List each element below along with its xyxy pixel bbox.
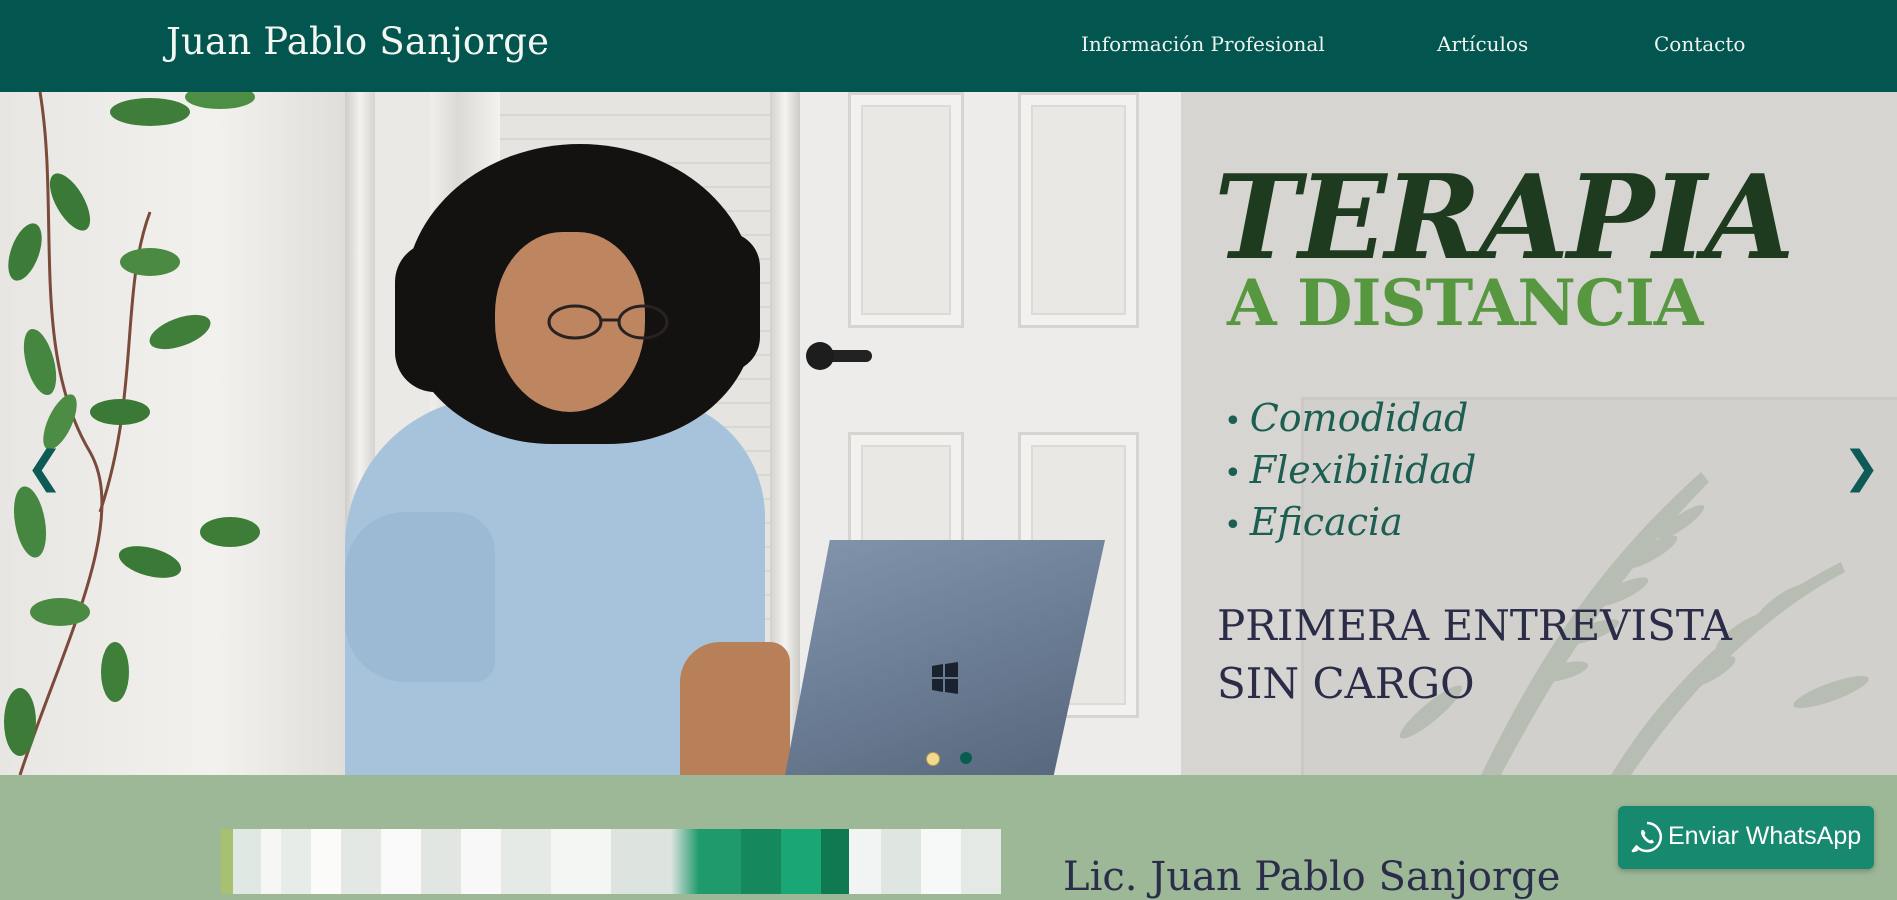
hero-text-panel: TERAPIA A DISTANCIA • Comodidad • Flexibil… <box>1181 92 1897 775</box>
bullet-icon: • <box>1224 456 1242 491</box>
list-item: • Comodidad <box>1224 394 1476 446</box>
nav-informacion-profesional[interactable]: Información Profesional <box>1081 32 1325 56</box>
glasses-icon <box>547 304 669 340</box>
hero-photo <box>0 92 1181 775</box>
carousel-dot-1[interactable] <box>926 752 940 766</box>
plant-leaves-shape <box>4 92 260 775</box>
offer-line: SIN CARGO <box>1217 659 1475 708</box>
list-item: • Eficacia <box>1224 498 1476 550</box>
person-arm-shape <box>680 642 790 775</box>
about-section: Lic. Juan Pablo Sanjorge <box>0 775 1897 900</box>
hero-offer: PRIMERA ENTREVISTA SIN CARGO <box>1217 597 1732 713</box>
hero-subtitle: A DISTANCIA <box>1227 266 1703 341</box>
benefit-text: Comodidad <box>1249 396 1469 440</box>
door-knob-shape <box>806 342 834 370</box>
person-hair-shape <box>395 242 475 392</box>
whatsapp-icon <box>1631 821 1663 853</box>
bullet-icon: • <box>1224 508 1242 543</box>
site-brand[interactable]: Juan Pablo Sanjorge <box>166 20 549 63</box>
carousel-next-icon[interactable]: ❯ <box>1843 442 1880 493</box>
door-panel <box>1018 92 1139 328</box>
hero-benefits-list: • Comodidad • Flexibilidad • Eficacia <box>1224 394 1476 550</box>
windows-logo-icon <box>932 662 958 694</box>
benefit-text: Eficacia <box>1249 500 1403 544</box>
door-panel <box>848 92 964 328</box>
person-hair-shape <box>690 232 760 372</box>
laptop-shape <box>785 540 1105 775</box>
list-item: • Flexibilidad <box>1224 446 1476 498</box>
offer-line: PRIMERA ENTREVISTA <box>1217 601 1732 650</box>
carousel-prev-icon[interactable]: ❮ <box>26 442 63 493</box>
benefit-text: Flexibilidad <box>1249 448 1477 492</box>
nav-contacto[interactable]: Contacto <box>1654 32 1745 56</box>
whatsapp-button[interactable]: Enviar WhatsApp <box>1618 806 1874 869</box>
hero-carousel: TERAPIA A DISTANCIA • Comodidad • Flexibil… <box>0 92 1897 775</box>
profile-image <box>221 829 1001 894</box>
whatsapp-label: Enviar WhatsApp <box>1668 822 1862 850</box>
nav-articulos[interactable]: Artículos <box>1437 32 1528 56</box>
person-sleeve-shape <box>345 512 495 682</box>
site-header: Juan Pablo Sanjorge Información Profesio… <box>0 0 1897 93</box>
carousel-dot-2[interactable] <box>960 752 972 764</box>
hero-title: TERAPIA <box>1214 150 1795 286</box>
bullet-icon: • <box>1224 404 1242 439</box>
about-title: Lic. Juan Pablo Sanjorge <box>1063 854 1561 900</box>
